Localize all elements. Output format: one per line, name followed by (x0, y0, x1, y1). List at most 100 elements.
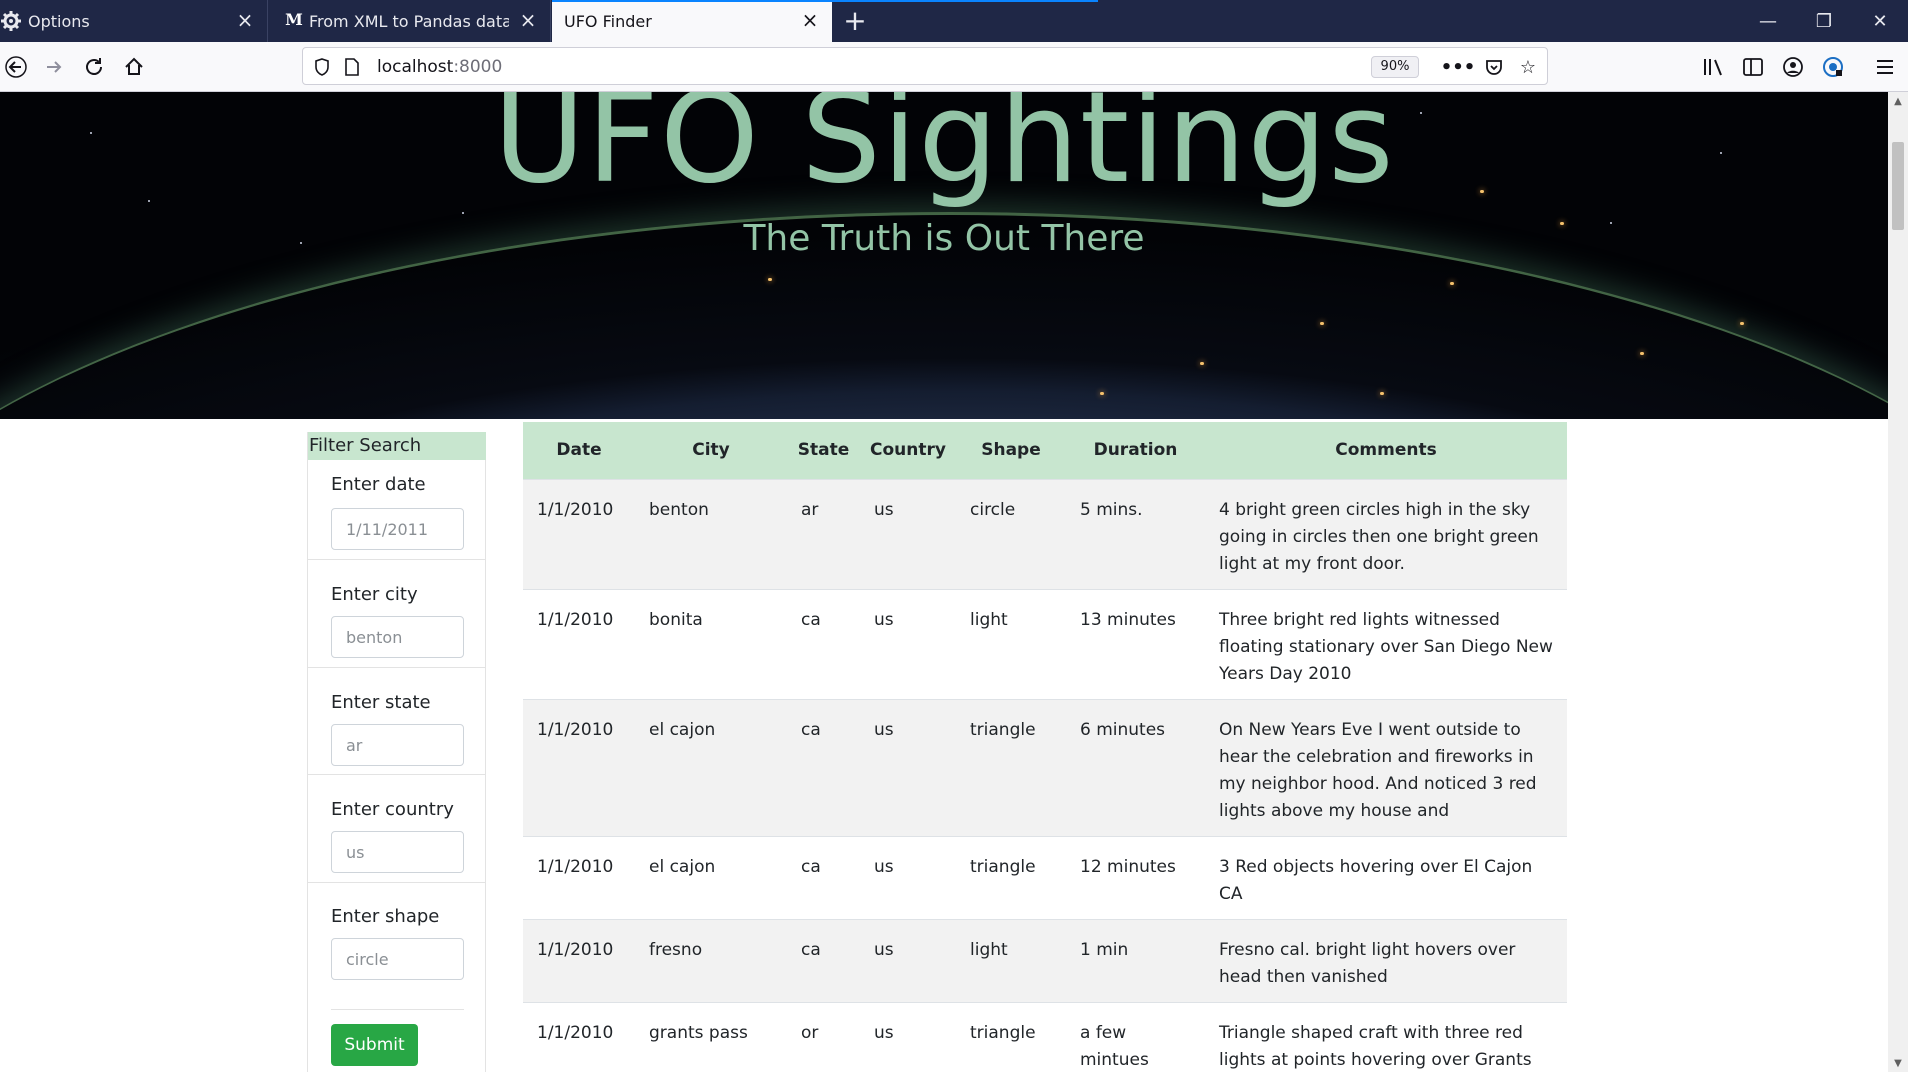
date-input[interactable] (331, 508, 464, 550)
shape-label: Enter shape (331, 906, 440, 927)
table-row: 1/1/2010 benton ar us circle 5 mins. 4 b… (523, 478, 1567, 589)
cell-comments: On New Years Eve I went outside to hear … (1205, 698, 1567, 836)
url-text[interactable]: localhost:8000 (377, 57, 502, 77)
medium-logo-icon: M (285, 10, 303, 29)
page-content: UFO Sightings The Truth is Out There Fil… (0, 92, 1888, 1072)
scroll-up-icon[interactable]: ▲ (1888, 94, 1908, 110)
table-row: 1/1/2010 grants pass or us triangle a fe… (523, 1001, 1567, 1072)
submit-button[interactable]: Submit (331, 1024, 418, 1066)
cell-city: el cajon (635, 835, 787, 919)
library-icon[interactable] (1700, 54, 1726, 80)
reload-icon[interactable] (78, 51, 110, 83)
home-icon[interactable] (118, 51, 150, 83)
window-close-icon[interactable]: ✕ (1852, 0, 1908, 42)
cell-comments: Fresno cal. bright light hovers over hea… (1205, 918, 1567, 1002)
cell-country: us (860, 835, 956, 919)
cell-city: bonita (635, 588, 787, 699)
cell-date: 1/1/2010 (523, 835, 635, 919)
vertical-scrollbar[interactable]: ▲ ▼ (1888, 92, 1908, 1072)
url-bar[interactable]: localhost:8000 90% ••• ☆ (302, 47, 1548, 85)
column-header-city[interactable]: City (635, 422, 787, 479)
city-light (1320, 322, 1324, 325)
city-light (1640, 352, 1644, 355)
city-input[interactable] (331, 616, 464, 658)
country-input[interactable] (331, 831, 464, 873)
cell-country: us (860, 698, 956, 836)
bookmark-star-icon[interactable]: ☆ (1517, 56, 1539, 78)
column-header-duration[interactable]: Duration (1066, 422, 1205, 479)
ufo-table: Date City State Country Shape Duration C… (523, 422, 1567, 1072)
pocket-icon[interactable] (1483, 56, 1505, 78)
cell-country: us (860, 478, 956, 589)
page-subtitle: The Truth is Out There (743, 218, 1145, 259)
date-label: Enter date (331, 474, 426, 495)
restore-icon[interactable]: ❐ (1796, 0, 1852, 42)
page-title: UFO Sightings (493, 92, 1395, 211)
scroll-thumb[interactable] (1892, 142, 1904, 230)
cell-comments: Triangle shaped craft with three red lig… (1205, 1001, 1567, 1072)
cell-date: 1/1/2010 (523, 588, 635, 699)
column-header-country[interactable]: Country (860, 422, 956, 479)
forward-icon[interactable] (38, 51, 70, 83)
cell-city: el cajon (635, 698, 787, 836)
shield-icon[interactable] (311, 56, 333, 78)
url-port: :8000 (453, 57, 503, 77)
cell-shape: circle (956, 478, 1066, 589)
account-icon[interactable] (1780, 54, 1806, 80)
cell-duration: a few mintues (1066, 1001, 1205, 1072)
cell-country: us (860, 588, 956, 699)
city-light (1450, 282, 1454, 285)
state-filter-group: Enter state (308, 668, 486, 775)
tab-options[interactable]: Options × (0, 0, 268, 42)
table-header-row: Date City State Country Shape Duration C… (523, 422, 1567, 479)
minimize-icon[interactable]: — (1740, 0, 1796, 42)
cell-state: ca (787, 918, 860, 1002)
country-label: Enter country (331, 799, 454, 820)
column-header-shape[interactable]: Shape (956, 422, 1066, 479)
cell-state: ar (787, 478, 860, 589)
cell-shape: triangle (956, 835, 1066, 919)
more-actions-icon[interactable]: ••• (1441, 56, 1476, 78)
shape-input[interactable] (331, 938, 464, 980)
close-icon[interactable]: × (518, 10, 538, 30)
column-header-comments[interactable]: Comments (1205, 422, 1567, 479)
table-row: 1/1/2010 el cajon ca us triangle 6 minut… (523, 698, 1567, 836)
cell-state: or (787, 1001, 860, 1072)
back-icon[interactable] (0, 51, 32, 83)
cell-shape: triangle (956, 1001, 1066, 1072)
city-label: Enter city (331, 584, 418, 605)
state-input[interactable] (331, 724, 464, 766)
navigation-bar: localhost:8000 90% ••• ☆ (0, 42, 1908, 92)
sidebar-icon[interactable] (1740, 54, 1766, 80)
cell-country: us (860, 918, 956, 1002)
tab-label: From XML to Pandas datafram (309, 11, 509, 31)
cell-date: 1/1/2010 (523, 918, 635, 1002)
page-icon[interactable] (341, 56, 363, 78)
star (462, 212, 464, 214)
cell-state: ca (787, 835, 860, 919)
column-header-date[interactable]: Date (523, 422, 635, 479)
tab-xml-pandas[interactable]: M From XML to Pandas datafram × (269, 0, 551, 42)
scroll-down-icon[interactable]: ▼ (1888, 1056, 1908, 1072)
cell-comments: 3 Red objects hovering over El Cajon CA (1205, 835, 1567, 919)
menu-icon[interactable] (1872, 54, 1898, 80)
new-tab-icon[interactable]: + (840, 6, 870, 36)
cell-shape: triangle (956, 698, 1066, 836)
city-filter-group: Enter city (308, 560, 486, 668)
cell-date: 1/1/2010 (523, 478, 635, 589)
close-icon[interactable]: × (800, 10, 820, 30)
cell-city: fresno (635, 918, 787, 1002)
cell-duration: 1 min (1066, 918, 1205, 1002)
extension-icon[interactable] (1820, 54, 1846, 80)
cell-duration: 12 minutes (1066, 835, 1205, 919)
hero-banner: UFO Sightings The Truth is Out There (0, 92, 1888, 419)
filter-heading: Filter Search (308, 432, 486, 460)
column-header-state[interactable]: State (787, 422, 860, 479)
close-icon[interactable]: × (235, 10, 255, 30)
cell-city: benton (635, 478, 787, 589)
date-filter-group: Enter date (308, 460, 486, 560)
divider (331, 1009, 464, 1010)
tab-ufo-finder[interactable]: UFO Finder × (552, 0, 1098, 42)
zoom-badge[interactable]: 90% (1371, 56, 1419, 78)
city-light (1200, 362, 1204, 365)
